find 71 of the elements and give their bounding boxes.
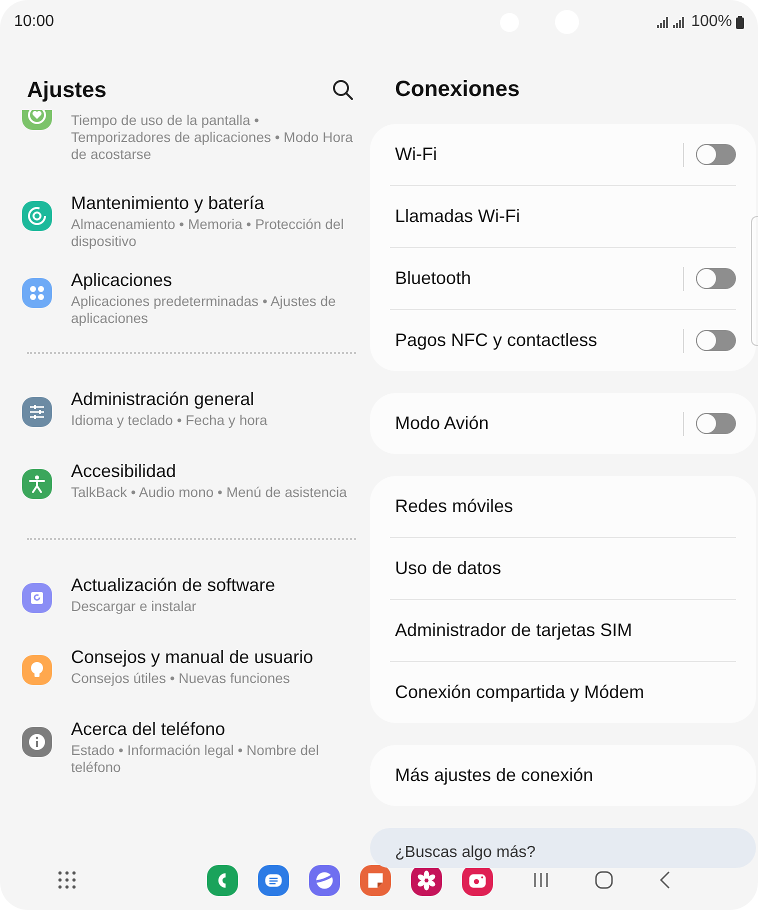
row-label: Administrador de tarjetas SIM (395, 620, 634, 641)
settings-item[interactable]: Actualización de software Descargar e instalar (22, 564, 356, 636)
accessibility-icon (22, 469, 52, 499)
signal-icon (673, 16, 686, 28)
page-title: Ajustes (27, 77, 106, 103)
settings-item[interactable]: Consejos y manual de usuario Consejos útiles • Nuevas funciones (22, 636, 356, 708)
section-title: Conexiones (394, 76, 521, 102)
item-subtitle: Almacenamiento • Memoria • Protección del dispositivo (71, 216, 345, 250)
row-label: Uso de datos (395, 558, 502, 579)
messages-app-icon[interactable] (258, 864, 289, 896)
battery-icon (736, 16, 744, 28)
row-label: Conexión compartida y Módem (395, 682, 646, 703)
row-label: Más ajustes de conexión (395, 765, 594, 786)
row-label: Wi-Fi (395, 144, 438, 165)
row-label: Pagos NFC y contactless (395, 330, 598, 351)
browser-app-icon[interactable] (309, 864, 340, 896)
settings-row[interactable]: Redes móviles (390, 476, 736, 537)
settings-row[interactable]: Administrador de tarjetas SIM (390, 600, 736, 661)
apps-icon (22, 278, 52, 308)
notes-app-icon[interactable] (360, 864, 391, 896)
item-title: Administración general (71, 389, 256, 410)
settings-row[interactable]: Uso de datos (390, 538, 736, 599)
item-title: Consejos y manual de usuario (71, 647, 314, 668)
maintenance-icon (22, 201, 52, 231)
item-subtitle: Consejos útiles • Nuevas funciones (71, 670, 291, 687)
settings-row[interactable]: Bluetooth (390, 248, 736, 309)
item-title: Accesibilidad (71, 461, 178, 482)
search-icon[interactable] (332, 79, 354, 101)
toggle-switch[interactable] (696, 144, 736, 165)
item-subtitle: TalkBack • Audio mono • Menú de asistencia (71, 484, 347, 501)
settings-row[interactable]: Más ajustes de conexión (390, 745, 736, 806)
update-icon (22, 583, 52, 613)
row-label: Llamadas Wi-Fi (395, 206, 522, 227)
battery-level: 100% (691, 13, 732, 31)
app-drawer-icon[interactable] (58, 871, 76, 889)
item-title: Mantenimiento y batería (71, 193, 266, 214)
row-label: Modo Avión (395, 413, 490, 434)
settings-item[interactable]: Aplicaciones Aplicaciones predeterminadas • Ajustes de aplicaciones (22, 259, 356, 336)
settings-row[interactable]: Modo Avión (390, 393, 736, 454)
sliders-icon (22, 397, 52, 427)
heart-icon (22, 110, 52, 130)
settings-row[interactable]: Wi-Fi (390, 124, 736, 185)
toggle-switch[interactable] (696, 330, 736, 351)
settings-item[interactable]: Administración general Idioma y teclado • Fecha y hora (22, 378, 356, 450)
settings-item[interactable]: Accesibilidad TalkBack • Audio mono • Menú de asistencia (22, 450, 356, 522)
row-label: Redes móviles (395, 496, 514, 517)
suggestion-title: ¿Buscas algo más? (395, 844, 536, 861)
settings-row[interactable]: Pagos NFC y contactless (390, 310, 736, 371)
item-subtitle: Idioma y teclado • Fecha y hora (71, 412, 268, 429)
settings-row[interactable]: Llamadas Wi-Fi (390, 186, 736, 247)
status-time: 10:00 (14, 13, 54, 31)
home-icon[interactable] (595, 871, 613, 889)
item-title: Acerca del teléfono (71, 719, 226, 740)
toggle-switch[interactable] (696, 413, 736, 434)
lightbulb-icon (22, 655, 52, 685)
item-subtitle: Estado • Información legal • Nombre del teléfono (71, 742, 320, 776)
item-subtitle: Tiempo de uso de la pantalla • Temporizadores de aplicaciones • Modo Hora de acostarse (71, 111, 354, 163)
item-subtitle: Aplicaciones predeterminadas • Ajustes de aplicaciones (71, 293, 337, 327)
settings-item[interactable]: Mantenimiento y batería Almacenamiento • Memoria • Protección del dispositivo (22, 182, 356, 259)
item-title: Actualización de software (71, 575, 276, 596)
item-subtitle: Descargar e instalar (71, 598, 198, 615)
settings-item[interactable]: Acerca del teléfono Estado • Información legal • Nombre del teléfono (22, 708, 356, 785)
back-icon[interactable] (659, 871, 671, 889)
phone-app-icon[interactable] (207, 864, 238, 896)
item-title: Aplicaciones (71, 270, 174, 291)
recent-apps-icon[interactable] (533, 872, 549, 888)
info-icon (22, 727, 52, 757)
signal-icon (657, 16, 670, 28)
row-label: Bluetooth (395, 268, 472, 289)
toggle-switch[interactable] (696, 268, 736, 289)
settings-row[interactable]: Conexión compartida y Módem (390, 662, 736, 723)
